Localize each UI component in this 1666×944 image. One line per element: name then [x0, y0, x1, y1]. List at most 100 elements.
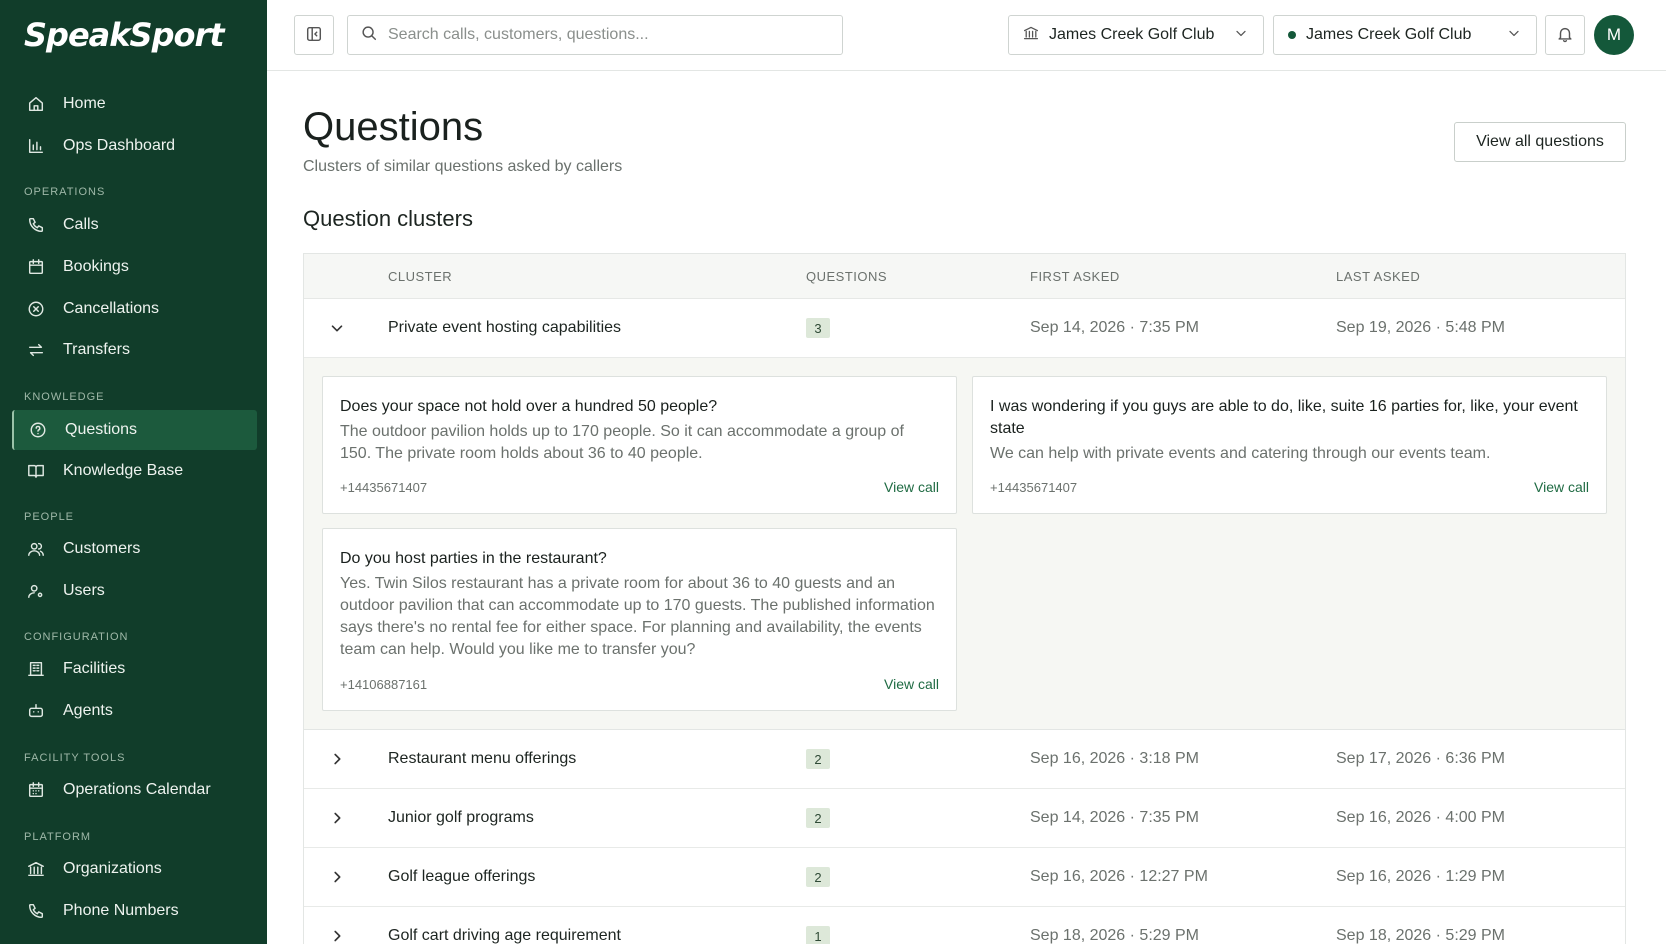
table-header: CLUSTER QUESTIONS FIRST ASKED LAST ASKED	[304, 254, 1625, 299]
question-card: Does your space not hold over a hundred …	[322, 376, 957, 514]
sidebar-toggle-icon	[305, 25, 323, 46]
question-count-badge: 2	[806, 749, 830, 769]
bank-icon	[1023, 25, 1039, 46]
first-asked: Sep 16, 2026 · 3:18 PM	[1030, 750, 1199, 767]
section-label-knowledge: KNOWLEDGE	[24, 391, 105, 403]
notifications-button[interactable]	[1545, 15, 1585, 55]
robot-icon	[26, 701, 46, 721]
page-title: Questions	[303, 105, 484, 149]
sidebar-item-agents[interactable]: Agents	[12, 691, 257, 731]
sidebar-item-label: Cancellations	[63, 300, 160, 317]
phone-icon	[26, 215, 46, 235]
sidebar-item-label: Agents	[63, 702, 113, 719]
org-select-value: James Creek Golf Club	[1049, 26, 1215, 43]
question-text: Does your space not hold over a hundred …	[340, 398, 718, 415]
sidebar-item-facilities[interactable]: Facilities	[12, 649, 257, 689]
x-circle-icon	[26, 299, 46, 319]
column-header-first-asked[interactable]: FIRST ASKED	[1030, 269, 1120, 284]
sidebar-item-phone-numbers[interactable]: Phone Numbers	[12, 891, 257, 931]
question-text: I was wondering if you guys are able to …	[990, 398, 1578, 437]
chevron-right-icon[interactable]	[328, 868, 346, 886]
chevron-down-icon	[1233, 25, 1249, 46]
home-icon	[26, 94, 46, 114]
sidebar-item-organizations[interactable]: Organizations	[12, 849, 257, 889]
view-call-link[interactable]: View call	[1534, 479, 1589, 495]
view-call-link[interactable]: View call	[884, 676, 939, 692]
bank-icon	[26, 859, 46, 879]
chevron-down-icon	[1506, 25, 1522, 46]
table-row[interactable]: Restaurant menu offerings 2 Sep 16, 2026…	[304, 730, 1625, 789]
search-icon	[360, 24, 378, 47]
question-card: I was wondering if you guys are able to …	[972, 376, 1607, 514]
users-icon	[26, 539, 46, 559]
sidebar-item-ops-dashboard[interactable]: Ops Dashboard	[12, 126, 257, 166]
table-row[interactable]: Golf league offerings 2 Sep 16, 2026 · 1…	[304, 848, 1625, 907]
first-asked: Sep 14, 2026 · 7:35 PM	[1030, 809, 1199, 826]
table-row[interactable]: Junior golf programs 2 Sep 14, 2026 · 7:…	[304, 789, 1625, 848]
question-card: Do you host parties in the restaurant? Y…	[322, 528, 957, 711]
org-select[interactable]: James Creek Golf Club	[1008, 15, 1264, 55]
cluster-name: Private event hosting capabilities	[388, 319, 622, 336]
view-call-link[interactable]: View call	[884, 479, 939, 495]
sidebar-item-label: Bookings	[63, 258, 129, 275]
sidebar-toggle-button[interactable]	[294, 15, 334, 55]
facility-select[interactable]: James Creek Golf Club	[1273, 15, 1537, 55]
sidebar-item-calls[interactable]: Calls	[12, 205, 257, 245]
column-header-last-asked[interactable]: LAST ASKED	[1336, 269, 1420, 284]
bell-icon	[1556, 25, 1574, 46]
question-count-badge: 1	[806, 926, 830, 944]
phone-icon	[26, 901, 46, 921]
table-row[interactable]: Private event hosting capabilities 3 Sep…	[304, 299, 1625, 358]
sidebar-item-label: Questions	[65, 421, 138, 438]
sidebar-item-bookings[interactable]: Bookings	[12, 247, 257, 287]
answer-text: We can help with private events and cate…	[990, 445, 1491, 462]
sidebar-item-users[interactable]: Users	[12, 571, 257, 611]
column-header-questions[interactable]: QUESTIONS	[806, 269, 887, 284]
cluster-expanded-panel: Does your space not hold over a hundred …	[304, 358, 1625, 730]
sidebar-item-label: Calls	[63, 216, 99, 233]
sidebar-item-home[interactable]: Home	[12, 84, 257, 124]
question-text: Do you host parties in the restaurant?	[340, 550, 607, 567]
sidebar-item-questions[interactable]: Questions	[12, 410, 257, 450]
logo[interactable]: SpeakSport	[24, 16, 225, 54]
cluster-name: Restaurant menu offerings	[388, 750, 577, 767]
table-row[interactable]: Golf cart driving age requirement 1 Sep …	[304, 907, 1625, 944]
sidebar-item-customers[interactable]: Customers	[12, 529, 257, 569]
clusters-table: CLUSTER QUESTIONS FIRST ASKED LAST ASKED…	[303, 253, 1626, 944]
facility-select-value: James Creek Golf Club	[1306, 26, 1472, 43]
building-icon	[26, 659, 46, 679]
sidebar-item-label: Transfers	[63, 341, 130, 358]
search-box[interactable]	[347, 15, 843, 55]
sidebar-item-label: Facilities	[63, 660, 126, 677]
avatar[interactable]: M	[1594, 15, 1634, 55]
last-asked: Sep 18, 2026 · 5:29 PM	[1336, 927, 1505, 944]
topbar: James Creek Golf Club James Creek Golf C…	[267, 0, 1666, 71]
section-title: Question clusters	[303, 206, 473, 231]
sidebar-item-operations-calendar[interactable]: Operations Calendar	[12, 770, 257, 810]
last-asked: Sep 17, 2026 · 6:36 PM	[1336, 750, 1505, 767]
sidebar-item-transfers[interactable]: Transfers	[12, 330, 257, 370]
cluster-name: Golf cart driving age requirement	[388, 927, 621, 944]
sidebar-item-label: Home	[63, 95, 106, 112]
chevron-right-icon[interactable]	[328, 927, 346, 944]
search-input[interactable]	[388, 26, 828, 44]
sidebar-item-label: Users	[63, 582, 105, 599]
book-icon	[26, 461, 46, 481]
question-count-badge: 3	[806, 318, 830, 338]
sidebar-item-label: Knowledge Base	[63, 462, 184, 479]
section-label-configuration: CONFIGURATION	[24, 631, 129, 643]
arrows-icon	[26, 340, 46, 360]
section-label-operations: OPERATIONS	[24, 186, 106, 198]
chevron-down-icon[interactable]	[328, 319, 346, 337]
sidebar-item-cancellations[interactable]: Cancellations	[12, 289, 257, 329]
section-label-facility-tools: FACILITY TOOLS	[24, 752, 126, 764]
column-header-cluster[interactable]: CLUSTER	[388, 269, 452, 284]
sidebar-item-knowledge-base[interactable]: Knowledge Base	[12, 451, 257, 491]
first-asked: Sep 18, 2026 · 5:29 PM	[1030, 927, 1199, 944]
view-all-questions-button[interactable]: View all questions	[1454, 122, 1626, 162]
chevron-right-icon[interactable]	[328, 809, 346, 827]
answer-text: The outdoor pavilion holds up to 170 peo…	[340, 423, 904, 462]
page-subtitle: Clusters of similar questions asked by c…	[303, 158, 623, 175]
chevron-right-icon[interactable]	[328, 750, 346, 768]
calendar-icon	[26, 257, 46, 277]
